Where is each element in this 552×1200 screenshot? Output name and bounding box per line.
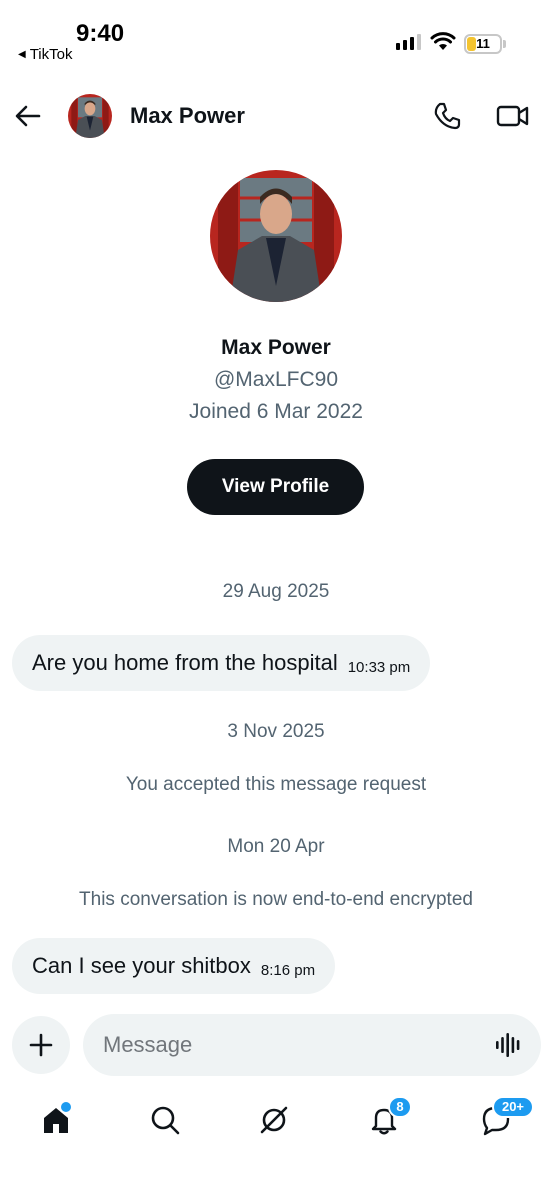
grok-icon [260,1106,288,1134]
message-text: Can I see your shitbox [32,953,251,978]
profile-photo [210,170,342,302]
wifi-icon [430,32,456,50]
contact-avatar[interactable] [68,94,112,138]
conversation-header: Max Power [0,86,552,146]
date-separator: Mon 20 Apr [227,836,325,857]
battery-icon: 11 [464,34,502,54]
date-separator: 29 Aug 2025 [222,581,330,602]
messages-badge: 20+ [492,1096,534,1118]
message-time: 8:16 pm [260,961,316,979]
voice-message-icon[interactable] [495,1032,523,1058]
battery-level: 11 [476,36,490,51]
back-arrow-icon[interactable] [14,102,42,130]
bottom-navigation: 8 20+ [0,1086,552,1156]
message-composer [83,1014,541,1076]
status-bar: 9:40 ◀ TikTok 11 [0,0,552,70]
nav-home[interactable] [36,1100,76,1140]
add-attachment-button[interactable] [12,1016,70,1074]
message-text: Are you home from the hospital [32,650,338,675]
system-message: You accepted this message request [125,774,427,795]
nav-grok[interactable] [254,1100,294,1140]
back-triangle-icon: ◀ [18,49,26,60]
nav-search[interactable] [145,1100,185,1140]
contact-name[interactable]: Max Power [130,103,245,129]
message-bubble[interactable]: Can I see your shitbox 8:16 pm [12,938,336,994]
message-bubble[interactable]: Are you home from the hospital 10:33 pm [12,635,431,691]
profile-avatar[interactable] [210,170,342,302]
message-input[interactable] [103,1014,483,1076]
profile-handle: @MaxLFC90 [213,368,339,391]
back-app-label: TikTok [29,46,73,63]
system-message: This conversation is now end-to-end encr… [79,889,473,910]
status-time: 9:40 [76,20,125,47]
profile-name: Max Power [221,336,331,359]
back-to-app-link[interactable]: ◀ TikTok [18,46,72,63]
nav-notifications[interactable]: 8 [364,1096,412,1140]
message-time: 10:33 pm [347,658,411,676]
phone-call-icon[interactable] [432,101,462,131]
search-icon [151,1106,180,1135]
video-call-icon[interactable] [496,101,530,131]
notifications-badge: 8 [388,1096,412,1118]
view-profile-button[interactable]: View Profile [187,459,364,515]
plus-icon [29,1033,53,1057]
nav-messages[interactable]: 20+ [476,1096,534,1140]
avatar-image [68,94,112,138]
home-notification-dot [61,1102,71,1112]
cellular-signal-icon [396,34,421,50]
profile-joined-date: Joined 6 Mar 2022 [189,400,363,423]
battery-tip [503,40,506,48]
date-separator: 3 Nov 2025 [227,721,325,742]
